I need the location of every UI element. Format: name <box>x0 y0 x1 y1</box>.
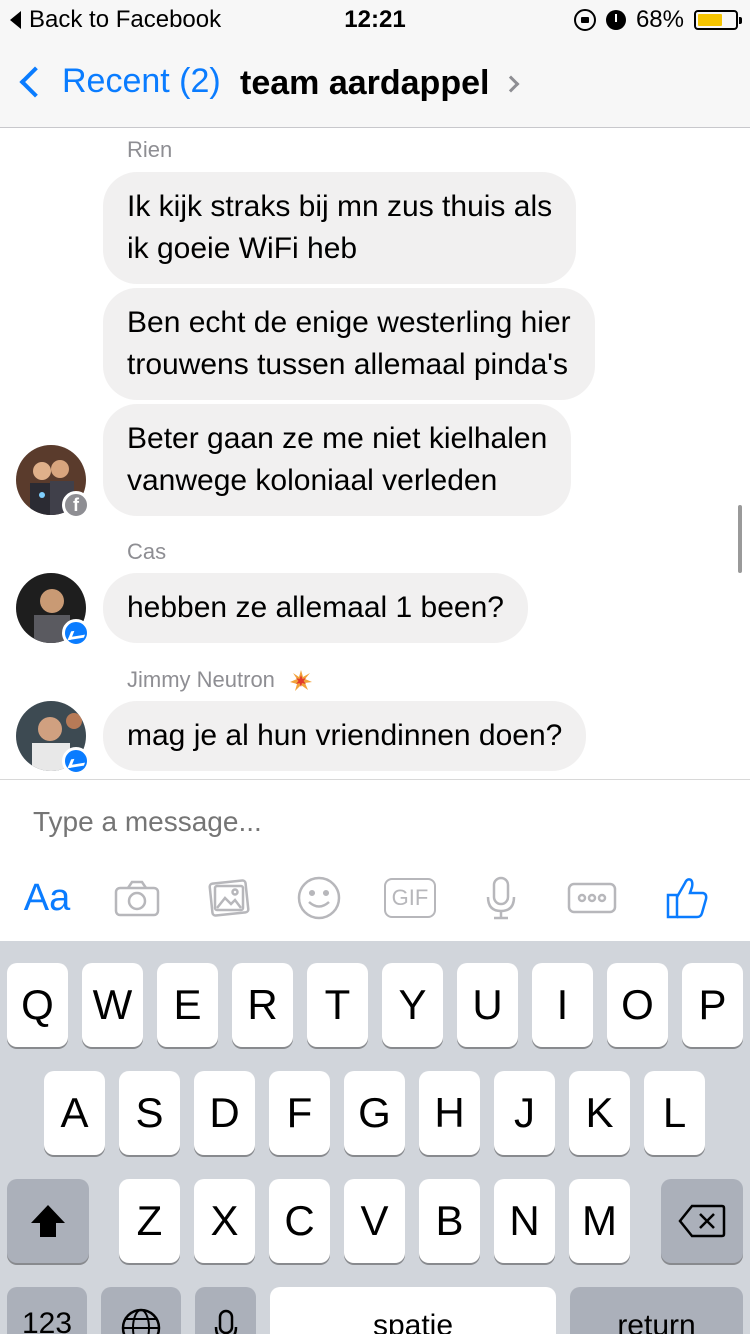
status-indicators: 68% <box>573 6 742 34</box>
avatar-jimmy-neutron[interactable] <box>16 701 90 775</box>
key-e[interactable]: E <box>157 963 218 1047</box>
messenger-badge-icon <box>62 619 90 647</box>
message-bubble[interactable]: Beter gaan ze me niet kielhalen vanwege … <box>103 404 572 516</box>
text-format-button[interactable]: Aa <box>18 868 76 928</box>
more-options-button[interactable] <box>564 868 620 928</box>
message-input[interactable] <box>33 806 713 838</box>
key-o[interactable]: O <box>607 963 668 1047</box>
message-bubble[interactable]: hebben ze allemaal 1 been? <box>103 573 528 643</box>
battery-percent: 68% <box>635 6 684 33</box>
battery-fill <box>698 14 723 26</box>
key-v[interactable]: V <box>344 1179 405 1263</box>
key-x[interactable]: X <box>194 1179 255 1263</box>
recent-back-label: Recent (2) <box>62 62 221 100</box>
sender-name-label: Jimmy Neutron <box>127 667 275 692</box>
key-m[interactable]: M <box>569 1179 630 1263</box>
more-dots-icon <box>567 882 617 914</box>
composer: Aa G <box>0 779 750 941</box>
key-w[interactable]: W <box>82 963 143 1047</box>
key-b[interactable]: B <box>419 1179 480 1263</box>
photo-gallery-button[interactable] <box>202 868 256 928</box>
avatar-rien[interactable] <box>16 445 90 519</box>
microphone-icon <box>214 1309 237 1334</box>
key-i[interactable]: I <box>532 963 593 1047</box>
dictation-key[interactable] <box>195 1287 256 1334</box>
status-bar: Back to Facebook 12:21 68% <box>0 0 750 40</box>
shift-key[interactable] <box>7 1179 89 1263</box>
sender-name-rien: Rien <box>127 137 173 162</box>
message-bubble[interactable]: Ben echt de enige westerling hier trouwe… <box>103 288 595 400</box>
scrollbar[interactable] <box>738 505 742 573</box>
key-s[interactable]: S <box>119 1071 180 1155</box>
messenger-badge-icon <box>62 747 90 775</box>
key-k[interactable]: K <box>569 1071 630 1155</box>
key-j[interactable]: J <box>494 1071 555 1155</box>
return-key[interactable]: return <box>570 1287 743 1334</box>
battery-icon <box>694 10 742 30</box>
globe-icon <box>121 1308 161 1334</box>
key-d[interactable]: D <box>194 1071 255 1155</box>
chevron-left-icon <box>19 65 51 98</box>
alarm-icon <box>605 10 626 30</box>
nav-bar: Recent (2) team aardappel <box>0 40 750 128</box>
key-h[interactable]: H <box>419 1071 480 1155</box>
microphone-icon <box>486 876 516 920</box>
smiley-icon <box>297 876 341 920</box>
key-r[interactable]: R <box>232 963 293 1047</box>
collision-emoji-icon <box>290 670 313 692</box>
sender-name-cas: Cas <box>127 539 167 564</box>
gallery-icon <box>208 879 250 917</box>
shift-arrow-icon <box>31 1205 65 1237</box>
message-bubble[interactable]: mag je al hun vriendinnen doen? <box>103 701 587 771</box>
key-t[interactable]: T <box>307 963 368 1047</box>
key-a[interactable]: A <box>44 1071 105 1155</box>
like-button[interactable] <box>660 868 714 928</box>
thumbs-up-icon <box>666 878 708 919</box>
aa-label: Aa <box>23 876 71 919</box>
avatar-cas[interactable] <box>16 573 90 647</box>
key-f[interactable]: F <box>269 1071 330 1155</box>
key-n[interactable]: N <box>494 1179 555 1263</box>
gif-icon: GIF <box>384 878 436 918</box>
key-u[interactable]: U <box>457 963 518 1047</box>
voice-record-button[interactable] <box>478 868 524 928</box>
chevron-right-icon <box>502 75 520 92</box>
key-z[interactable]: Z <box>119 1179 180 1263</box>
rotation-lock-icon <box>573 9 596 31</box>
key-q[interactable]: Q <box>7 963 68 1047</box>
gif-label: GIF <box>391 885 429 910</box>
key-y[interactable]: Y <box>382 963 443 1047</box>
space-key[interactable]: spatie <box>270 1287 556 1334</box>
camera-button[interactable] <box>110 868 164 928</box>
keyboard: Q W E R T Y U I O P A S D F G H J K L Z … <box>0 941 750 1334</box>
gif-button[interactable]: GIF <box>382 868 438 928</box>
facebook-badge-icon <box>62 491 90 519</box>
message-list[interactable]: Rien Ik kijk straks bij mn zus thuis als… <box>0 129 750 779</box>
key-l[interactable]: L <box>644 1071 705 1155</box>
backspace-icon <box>678 1204 726 1238</box>
conversation-title-button[interactable]: team aardappel <box>240 64 520 103</box>
numbers-key[interactable]: 123 <box>7 1287 87 1334</box>
conversation-title: team aardappel <box>240 64 490 102</box>
key-g[interactable]: G <box>344 1071 405 1155</box>
key-c[interactable]: C <box>269 1179 330 1263</box>
message-bubble[interactable]: Ik kijk straks bij mn zus thuis als ik g… <box>103 172 577 284</box>
globe-key[interactable] <box>101 1287 181 1334</box>
recent-back-button[interactable]: Recent (2) <box>16 62 221 101</box>
composer-toolbar: Aa GIF <box>0 868 750 928</box>
sender-name-jimmy: Jimmy Neutron <box>127 667 313 693</box>
key-p[interactable]: P <box>682 963 743 1047</box>
backspace-key[interactable] <box>661 1179 743 1263</box>
camera-icon <box>114 880 160 917</box>
sticker-button[interactable] <box>294 868 344 928</box>
